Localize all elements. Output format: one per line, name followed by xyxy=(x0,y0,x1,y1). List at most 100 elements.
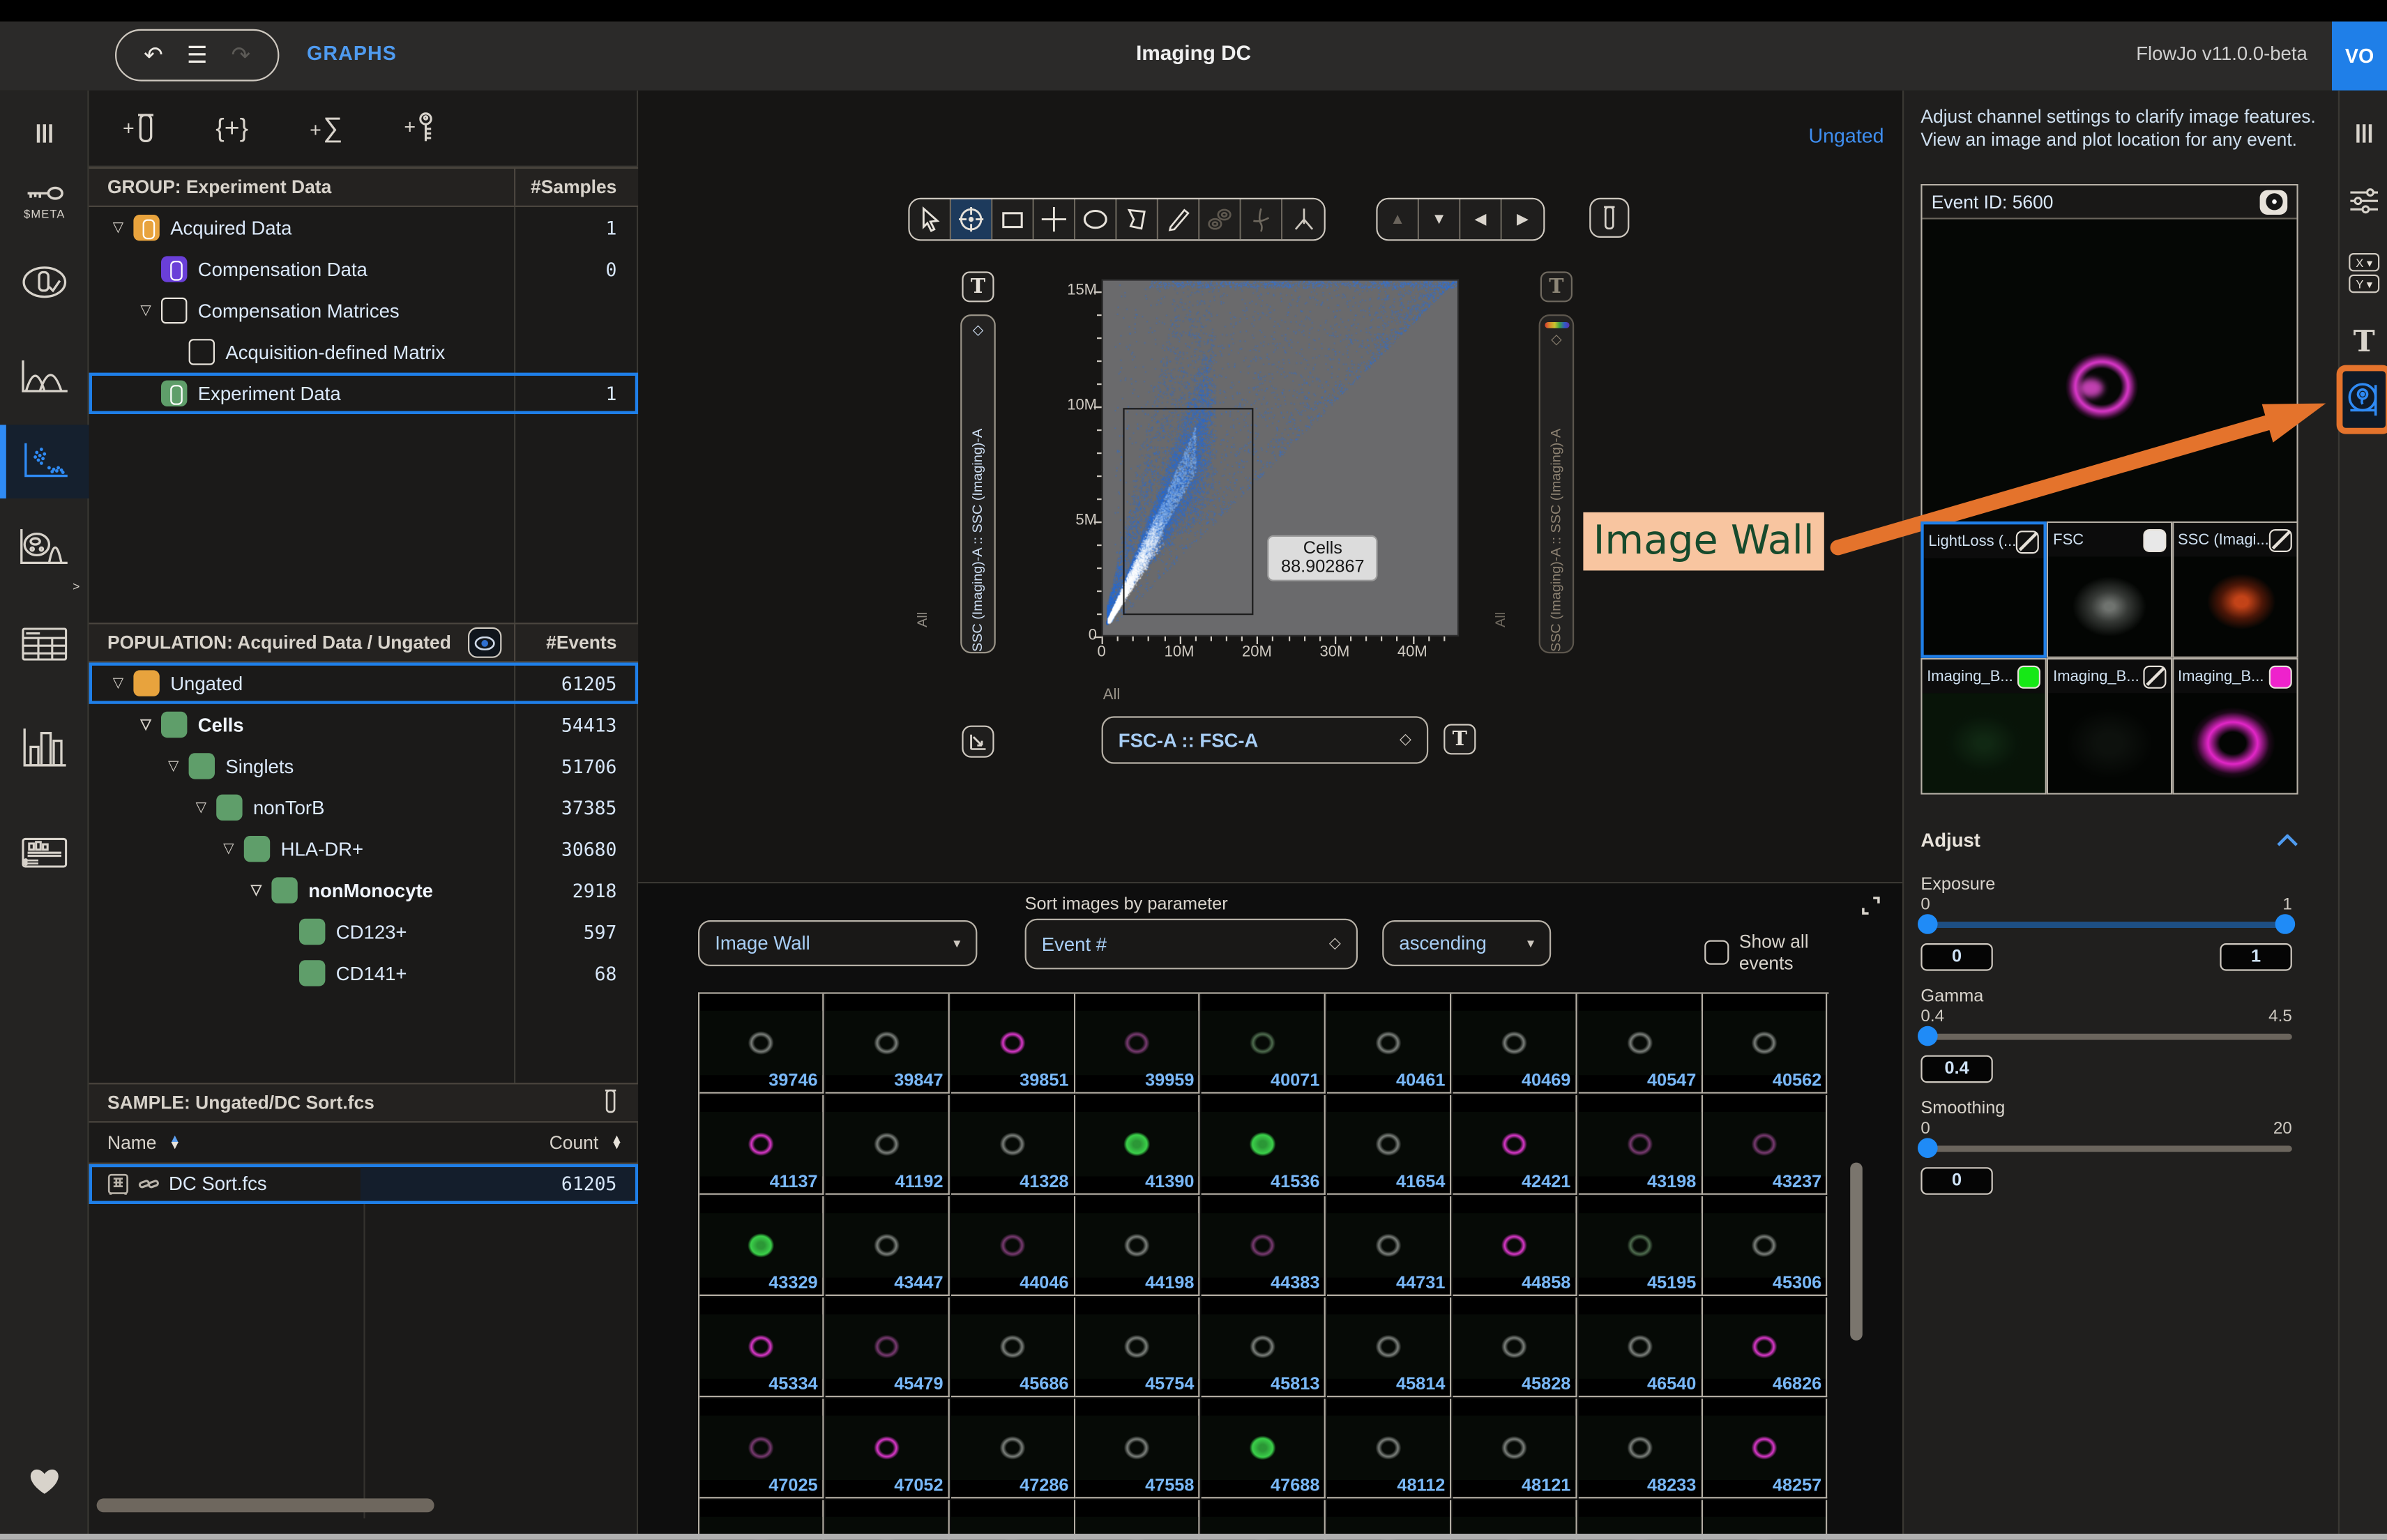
polygon-tool-icon[interactable] xyxy=(1117,199,1158,239)
image-wall-cell[interactable]: 41654 xyxy=(1327,1095,1451,1195)
image-wall-cell[interactable]: 48233 xyxy=(1578,1398,1702,1498)
tree-row-cd141+[interactable]: CD141+68 xyxy=(89,952,639,993)
channel-color-swatch[interactable] xyxy=(2269,665,2292,688)
exposure-slider[interactable] xyxy=(1920,914,2291,936)
expander-icon[interactable]: ▽ xyxy=(107,220,129,236)
heart-icon[interactable] xyxy=(0,1435,89,1527)
image-wall-cell[interactable]: 47052 xyxy=(825,1398,949,1498)
image-wall-cell[interactable]: 43329 xyxy=(699,1196,824,1296)
y-axis-scope[interactable]: All xyxy=(914,612,930,627)
channel-color-swatch[interactable] xyxy=(2018,665,2041,688)
channel-color-swatch[interactable] xyxy=(2142,528,2165,551)
gamma-slider[interactable] xyxy=(1920,1026,2291,1048)
image-wall-cell[interactable]: 43198 xyxy=(1578,1095,1702,1195)
tree-row-acquired-data[interactable]: ▽Acquired Data1 xyxy=(89,207,639,248)
horizontal-scrollbar[interactable] xyxy=(97,1498,434,1512)
tree-row-cd123+[interactable]: CD123+597 xyxy=(89,911,639,952)
x-axis-scope[interactable]: All xyxy=(1103,687,1120,704)
curve-tool-icon[interactable] xyxy=(1241,199,1282,239)
image-wall-cell[interactable]: 45306 xyxy=(1704,1196,1828,1296)
image-wall-cell[interactable]: 44198 xyxy=(1076,1196,1200,1296)
eye-icon[interactable] xyxy=(468,627,501,658)
image-wall-cell[interactable]: 47688 xyxy=(1202,1398,1326,1498)
image-wall-cell[interactable]: 45479 xyxy=(825,1297,949,1397)
graph-population-label[interactable]: Ungated xyxy=(1808,124,1884,147)
channel-thumbnail-3[interactable]: Imaging_B... xyxy=(1920,658,2047,795)
expander-icon[interactable]: ▽ xyxy=(135,302,157,319)
image-wall-cell[interactable]: 41390 xyxy=(1076,1095,1200,1195)
image-wall-cell[interactable]: 45813 xyxy=(1202,1297,1326,1397)
vertical-scrollbar[interactable] xyxy=(1850,1163,1863,1341)
channel-color-swatch[interactable] xyxy=(2269,528,2292,551)
tree-row-nonmonocyte[interactable]: ▽nonMonocyte2918 xyxy=(89,869,639,910)
x-axis-text-button[interactable]: T xyxy=(1443,724,1476,754)
exposure-low-value[interactable]: 0 xyxy=(1920,943,1992,971)
tree-row-nontorb[interactable]: ▽nonTorB37385 xyxy=(89,787,639,828)
pencil-tool-icon[interactable] xyxy=(1158,199,1199,239)
image-wall-grid[interactable]: 3974639847398513995940071404614046940547… xyxy=(698,992,1828,1539)
image-wall-cell[interactable]: 40562 xyxy=(1704,994,1828,1094)
image-wall-cell[interactable]: 41536 xyxy=(1202,1095,1326,1195)
image-wall-cell[interactable]: 40547 xyxy=(1578,994,1702,1094)
image-wall-cell[interactable]: 45686 xyxy=(950,1297,1075,1397)
gate-label[interactable]: Cells 88.902867 xyxy=(1268,537,1377,580)
image-wall-cell[interactable]: 41328 xyxy=(950,1095,1075,1195)
image-wall-cell[interactable]: 40071 xyxy=(1202,994,1326,1094)
image-wall-cell[interactable]: 48257 xyxy=(1704,1398,1828,1498)
rectangle-tool-icon[interactable] xyxy=(992,199,1033,239)
sample-row[interactable]: DC Sort.fcs 61205 xyxy=(89,1164,639,1204)
x-axis-selector[interactable]: FSC-A :: FSC-A ◇ xyxy=(1102,716,1429,763)
image-wall-cell[interactable]: 45334 xyxy=(699,1297,824,1397)
axis-xy-icon[interactable]: X ▾Y ▾ xyxy=(2340,238,2387,308)
gamma-handle[interactable] xyxy=(1918,1026,1938,1046)
image-wall-icon[interactable] xyxy=(2337,365,2387,434)
add-keyword-icon[interactable]: + xyxy=(404,112,434,144)
quad-tool-icon[interactable] xyxy=(1034,199,1075,239)
name-sort-icon[interactable]: ▲▼ xyxy=(169,1136,181,1149)
image-wall-cell[interactable]: 47025 xyxy=(699,1398,824,1498)
count-sort-icon[interactable]: ▲▼ xyxy=(611,1136,623,1149)
qc-tube-check-icon[interactable] xyxy=(0,238,89,327)
cell-image-histogram-icon[interactable]: > xyxy=(0,498,89,593)
channel-color-swatch[interactable] xyxy=(2016,530,2039,553)
sort-parameter-dropdown[interactable]: Event # ◇ xyxy=(1025,919,1358,970)
add-statistic-icon[interactable]: +∑ xyxy=(310,115,342,141)
tree-row-ungated[interactable]: ▽Ungated61205 xyxy=(89,662,639,703)
color-axis-selector[interactable]: ◇ SSC (Imaging)-A :: SSC (Imaging)-A xyxy=(1539,314,1575,653)
scatter-plot-icon[interactable] xyxy=(0,425,89,498)
image-wall-cell[interactable]: 43447 xyxy=(825,1196,949,1296)
image-wall-cell[interactable]: 44731 xyxy=(1327,1196,1451,1296)
image-wall-cell[interactable]: 48112 xyxy=(1327,1398,1451,1498)
image-wall-cell[interactable]: 45814 xyxy=(1327,1297,1451,1397)
image-wall-cell[interactable]: 39959 xyxy=(1076,994,1200,1094)
image-wall-cell[interactable]: 40461 xyxy=(1327,994,1451,1094)
smoothing-handle[interactable] xyxy=(1918,1138,1938,1158)
show-all-events-checkbox[interactable] xyxy=(1704,940,1728,965)
histogram-overlay-icon[interactable] xyxy=(0,327,89,425)
image-wall-cell[interactable]: 44383 xyxy=(1202,1196,1326,1296)
expander-icon[interactable]: ▽ xyxy=(107,675,129,692)
ellipse-tool-icon[interactable] xyxy=(1075,199,1116,239)
smoothing-slider[interactable] xyxy=(1920,1138,2291,1159)
image-wall-cell[interactable]: 40469 xyxy=(1453,994,1577,1094)
expander-icon[interactable]: ▽ xyxy=(190,799,212,816)
exposure-high-handle[interactable] xyxy=(2275,914,2296,934)
panel-toggle-icon[interactable] xyxy=(0,100,89,167)
image-wall-cell[interactable]: 46540 xyxy=(1578,1297,1702,1397)
sort-order-dropdown[interactable]: ascending ▾ xyxy=(1382,920,1551,966)
color-axis-scope[interactable]: All xyxy=(1493,612,1508,627)
spider-tool-icon[interactable] xyxy=(1282,199,1324,239)
swap-axes-icon[interactable] xyxy=(962,726,994,758)
crosshair-tool-icon[interactable] xyxy=(951,199,992,239)
exposure-high-value[interactable]: 1 xyxy=(2220,943,2291,971)
account-badge[interactable]: VO xyxy=(2332,22,2387,91)
smoothing-value[interactable]: 0 xyxy=(1920,1167,1992,1195)
image-wall-cell[interactable]: 45828 xyxy=(1453,1297,1577,1397)
gamma-value[interactable]: 0.4 xyxy=(1920,1055,1992,1083)
channel-thumbnail-0[interactable]: LightLoss (... xyxy=(1920,521,2047,658)
tree-row-compensation-matrices[interactable]: ▽Compensation Matrices xyxy=(89,290,639,331)
channel-thumbnail-5[interactable]: Imaging_B... xyxy=(2172,658,2298,795)
channel-thumbnail-4[interactable]: Imaging_B... xyxy=(2047,658,2172,795)
count-column-header[interactable]: Count xyxy=(550,1132,598,1154)
expander-icon[interactable]: ▽ xyxy=(245,882,267,899)
